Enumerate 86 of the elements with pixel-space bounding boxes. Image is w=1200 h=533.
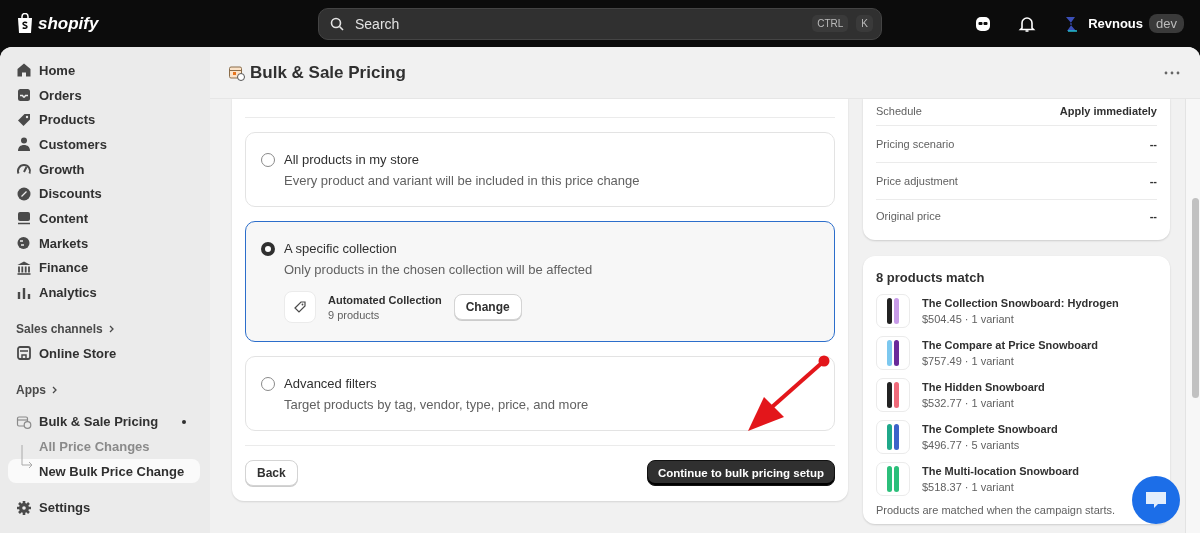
snowboard-drawing <box>886 339 900 367</box>
product-name[interactable]: The Complete Snowboard <box>922 423 1058 435</box>
product-meta: $518.37 · 1 variant <box>922 481 1015 493</box>
collection-name: Automated Collection <box>328 293 442 306</box>
product-name[interactable]: The Multi-location Snowboard <box>922 465 1080 477</box>
keyboard-key: CTRL <box>812 15 849 32</box>
percent-badge-icon <box>16 185 32 202</box>
sidebar-item[interactable]: Products <box>8 107 200 133</box>
card-title: 8 products match <box>876 270 986 285</box>
keyboard-key: K <box>856 15 873 32</box>
snowboard-drawing <box>886 297 900 325</box>
product-count: 9 products <box>328 308 381 321</box>
product-meta: $504.45 · 1 variant <box>922 313 1015 325</box>
tree-connector-icon <box>21 444 35 471</box>
sidebar-item[interactable]: Analytics <box>8 280 200 305</box>
more-options-icon[interactable] <box>1164 69 1180 76</box>
product-meta: $757.49 · 1 variant <box>922 355 1015 367</box>
store-badge: dev <box>1149 14 1184 33</box>
inbox-icon <box>16 87 32 104</box>
product-meta: $496.77 · 5 variants <box>922 439 1021 451</box>
store-icon <box>16 345 32 362</box>
home-icon <box>16 62 32 79</box>
search-input[interactable]: Search <box>353 14 805 33</box>
assistant-face-icon <box>974 14 993 33</box>
option-description: Target products by tag, vendor, type, price, and more <box>284 397 590 412</box>
section-heading[interactable]: Apps <box>16 382 46 397</box>
store-name[interactable]: Revnous <box>1088 16 1144 31</box>
tag-icon <box>293 300 307 314</box>
summary-value: -- <box>1149 138 1157 150</box>
sidebar-item[interactable]: Content <box>8 206 200 231</box>
bank-icon <box>16 259 32 276</box>
summary-label: Schedule <box>876 105 922 117</box>
logo-text: shopify <box>38 13 99 34</box>
radio-button[interactable] <box>261 152 275 167</box>
settings-icon <box>16 499 32 516</box>
sidebar-item[interactable]: Settings <box>8 495 200 520</box>
sidebar-item[interactable]: Discounts <box>8 181 200 207</box>
page-title: Bulk & Sale Pricing <box>250 62 406 83</box>
option-description: Every product and variant will be included in this price change <box>284 173 641 188</box>
sidebar-item[interactable]: Online Store <box>8 340 200 366</box>
change-button[interactable]: Change <box>453 294 522 320</box>
product-name[interactable]: The Compare at Price Snowboard <box>922 339 1099 351</box>
summary-label: Original price <box>876 210 941 222</box>
option-title: Advanced filters <box>284 376 377 391</box>
search-icon <box>329 15 345 32</box>
sidebar-subitem[interactable]: New Bulk Price Change <box>8 458 200 484</box>
tag-icon <box>16 111 32 128</box>
product-name[interactable]: The Hidden Snowboard <box>922 381 1045 393</box>
unread-dot <box>182 419 186 424</box>
image-icon <box>16 210 32 227</box>
sidebar-item[interactable]: Orders <box>8 82 200 108</box>
snowboard-drawing <box>886 423 900 451</box>
sidebar-item[interactable]: Markets <box>8 230 200 256</box>
continue-button[interactable]: Continue to bulk pricing setup <box>646 460 835 486</box>
product-name[interactable]: The Collection Snowboard: Hydrogen <box>922 297 1119 309</box>
sidebar-item[interactable]: Bulk & Sale Pricing <box>39 414 159 430</box>
match-note: Products are matched when the campaign starts. <box>876 504 1117 516</box>
radio-button[interactable] <box>261 376 275 391</box>
person-icon <box>16 136 32 153</box>
summary-value: -- <box>1149 210 1157 222</box>
option-title: All products in my store <box>284 152 420 167</box>
option-description: Only products in the chosen collection will be affected <box>284 262 594 277</box>
search-field[interactable]: Search CTRL K <box>318 7 882 40</box>
option-title: A specific collection <box>284 241 397 256</box>
sidebar-item[interactable]: Finance <box>8 255 200 281</box>
summary-label: Pricing scenario <box>876 138 955 150</box>
summary-value: -- <box>1149 175 1157 187</box>
chevron-right-icon <box>50 384 58 395</box>
option-card[interactable]: A specific collection Only products in the chosen collection will be affected Automated Collection 9 products Change <box>245 221 835 342</box>
bell-icon[interactable] <box>1018 14 1037 33</box>
calendar-clock-icon <box>16 413 32 430</box>
radio-button[interactable] <box>261 241 275 256</box>
product-meta: $532.77 · 1 variant <box>922 397 1015 409</box>
chat-bubble-icon <box>1144 489 1168 511</box>
section-heading[interactable]: Sales channels <box>16 321 103 336</box>
summary-label: Price adjustment <box>876 175 958 187</box>
sidebar-item[interactable]: Home <box>8 58 200 83</box>
summary-value: Apply immediately <box>1059 105 1157 117</box>
option-card[interactable]: All products in my store Every product and variant will be included in this price change <box>245 132 835 207</box>
back-button[interactable]: Back <box>245 460 298 486</box>
snowboard-drawing <box>886 381 900 409</box>
sidebar-item[interactable]: Growth <box>8 156 200 182</box>
sidebar-item[interactable]: Customers <box>8 132 200 157</box>
snowboard-drawing <box>886 465 900 493</box>
calendar-app-icon <box>228 63 246 82</box>
shopping-bag-icon <box>16 13 34 34</box>
